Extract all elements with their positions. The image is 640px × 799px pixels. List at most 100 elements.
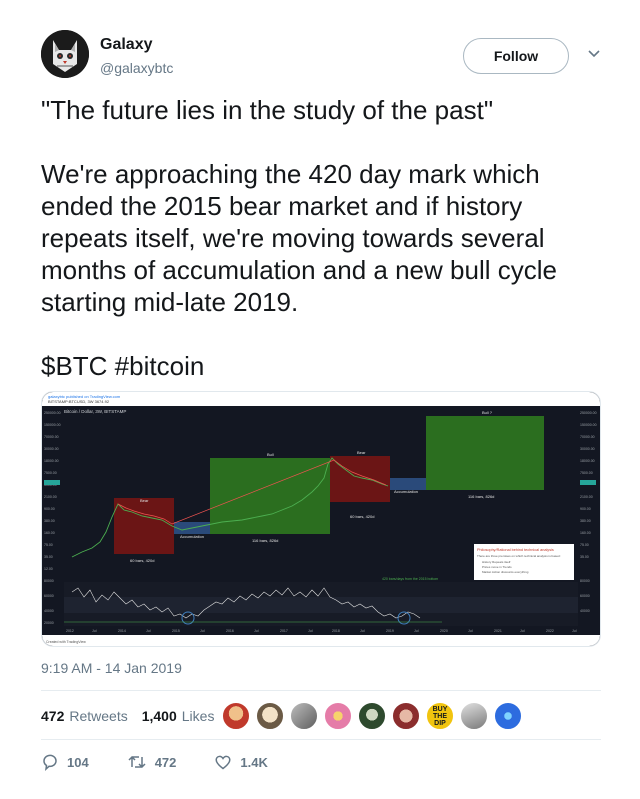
- svg-text:Jul: Jul: [520, 629, 525, 633]
- tweet-header: Galaxy @galaxybtc Follow: [41, 30, 611, 86]
- liker-avatar-6[interactable]: [392, 702, 420, 730]
- svg-text:80000: 80000: [44, 579, 54, 583]
- svg-text:150000.00: 150000.00: [580, 423, 597, 427]
- label-acc-2: Accumulation: [394, 489, 418, 494]
- svg-text:70000.00: 70000.00: [44, 435, 59, 439]
- svg-text:2012: 2012: [66, 629, 74, 633]
- svg-text:900.00: 900.00: [580, 507, 591, 511]
- label-acc-1: Accumulation: [180, 534, 204, 539]
- label-bull-2: Bull ?: [482, 410, 493, 415]
- legend-note: There are three premises on which techni…: [477, 554, 561, 558]
- svg-text:18000.00: 18000.00: [580, 459, 595, 463]
- svg-text:18000.00: 18000.00: [44, 459, 59, 463]
- likes-label: Likes: [181, 708, 215, 724]
- follow-button[interactable]: Follow: [463, 38, 569, 74]
- svg-text:60000: 60000: [580, 594, 590, 598]
- likes-stat[interactable]: 1,400 Likes: [142, 708, 215, 724]
- author-name[interactable]: Galaxy: [100, 36, 152, 54]
- label-box-1: 60 bars, 420d: [130, 558, 154, 563]
- svg-text:80000: 80000: [580, 579, 590, 583]
- author-handle[interactable]: @galaxybtc: [100, 60, 173, 76]
- svg-text:380.00: 380.00: [580, 519, 591, 523]
- reply-button[interactable]: 104: [41, 753, 89, 771]
- likers-avatars: BUY THE DIP: [222, 702, 528, 730]
- divider: [41, 690, 601, 691]
- svg-text:40000: 40000: [580, 609, 590, 613]
- svg-text:75.00: 75.00: [580, 543, 589, 547]
- legend-item-1: History Repeats itself: [482, 560, 511, 564]
- svg-text:2021: 2021: [494, 629, 502, 633]
- liker-avatar-2[interactable]: [256, 702, 284, 730]
- svg-text:2019: 2019: [386, 629, 394, 633]
- tweet-actions: 104 472 1.4K: [41, 750, 306, 774]
- retweets-stat[interactable]: 472 Retweets: [41, 708, 128, 724]
- svg-text:35.00: 35.00: [44, 555, 53, 559]
- label-box-4: 116 bars, 826d: [468, 494, 494, 499]
- like-button[interactable]: 1.4K: [214, 753, 268, 771]
- svg-text:Jul: Jul: [468, 629, 473, 633]
- svg-text:Jul: Jul: [254, 629, 259, 633]
- svg-text:160.00: 160.00: [44, 531, 55, 535]
- label-box-3: 60 bars, 420d: [350, 514, 374, 519]
- svg-text:7500.00: 7500.00: [44, 471, 57, 475]
- bull-box-1: [210, 458, 330, 534]
- svg-text:Jul: Jul: [572, 629, 577, 633]
- svg-text:Jul: Jul: [414, 629, 419, 633]
- liker-avatar-5[interactable]: [358, 702, 386, 730]
- liker-avatar-7[interactable]: BUY THE DIP: [426, 702, 454, 730]
- svg-text:Jul: Jul: [146, 629, 151, 633]
- retweet-button[interactable]: 472: [127, 753, 176, 771]
- reply-count: 104: [67, 754, 89, 770]
- svg-text:160.00: 160.00: [580, 531, 591, 535]
- legend-item-3: Market Action discounts everything: [482, 570, 529, 574]
- svg-text:2022: 2022: [546, 629, 554, 633]
- heart-icon: [215, 755, 231, 770]
- bitcoin-chart-image[interactable]: galaxybtc published on TradingView.com B…: [41, 391, 601, 647]
- svg-text:Jul: Jul: [360, 629, 365, 633]
- retweets-count: 472: [41, 708, 65, 724]
- reply-icon: [43, 754, 57, 771]
- svg-text:75.00: 75.00: [44, 543, 53, 547]
- svg-text:30000.00: 30000.00: [44, 447, 59, 451]
- svg-text:2018: 2018: [332, 629, 340, 633]
- svg-text:Jul: Jul: [92, 629, 97, 633]
- legend-title: Philosophy/Rational behind technical ana…: [477, 548, 554, 552]
- liker-avatar-1[interactable]: [222, 702, 250, 730]
- chart-title: Bitcoin / Dollar, 3W, BITSTAMP: [64, 409, 126, 414]
- svg-text:2014: 2014: [118, 629, 126, 633]
- liker-avatar-9[interactable]: [494, 702, 522, 730]
- svg-text:2020: 2020: [440, 629, 448, 633]
- svg-text:35.00: 35.00: [580, 555, 589, 559]
- liker-avatar-4[interactable]: [324, 702, 352, 730]
- svg-text:150000.00: 150000.00: [44, 423, 61, 427]
- tweet-timestamp[interactable]: 9:19 AM - 14 Jan 2019: [41, 660, 182, 676]
- tweet-hashtags[interactable]: $BTC #bitcoin: [41, 350, 606, 382]
- svg-text:2016: 2016: [226, 629, 234, 633]
- svg-text:2017: 2017: [280, 629, 288, 633]
- svg-text:900.00: 900.00: [44, 507, 55, 511]
- svg-text:40000: 40000: [44, 609, 54, 613]
- svg-text:7500.00: 7500.00: [580, 471, 593, 475]
- tweet-text: "The future lies in the study of the pas…: [41, 94, 606, 382]
- svg-text:30000.00: 30000.00: [580, 447, 595, 451]
- svg-text:2100.00: 2100.00: [44, 495, 57, 499]
- svg-text:BITSTAMP:BTCUSD, 3W 3674.92: BITSTAMP:BTCUSD, 3W 3674.92: [48, 399, 110, 404]
- liker-avatar-3[interactable]: [290, 702, 318, 730]
- tweet-body: We're approaching the 420 day mark which…: [41, 159, 557, 317]
- chevron-down-icon[interactable]: [586, 46, 602, 62]
- svg-text:Jul: Jul: [308, 629, 313, 633]
- svg-text:2015: 2015: [172, 629, 180, 633]
- like-count: 1.4K: [240, 754, 268, 770]
- svg-text:20000: 20000: [44, 621, 54, 625]
- green-note: 420 bars/days from the 2015 bottom: [382, 577, 438, 581]
- svg-text:70000.00: 70000.00: [580, 435, 595, 439]
- legend-item-2: Prices move in Trends: [482, 565, 512, 569]
- bear-box-2: [330, 456, 390, 502]
- liker-avatar-8[interactable]: [460, 702, 488, 730]
- retweets-label: Retweets: [69, 708, 128, 724]
- svg-text:60000: 60000: [44, 594, 54, 598]
- svg-text:250000.00: 250000.00: [580, 411, 597, 415]
- cat-avatar-icon[interactable]: [41, 30, 89, 78]
- svg-text:2100.00: 2100.00: [580, 495, 593, 499]
- divider: [41, 739, 601, 740]
